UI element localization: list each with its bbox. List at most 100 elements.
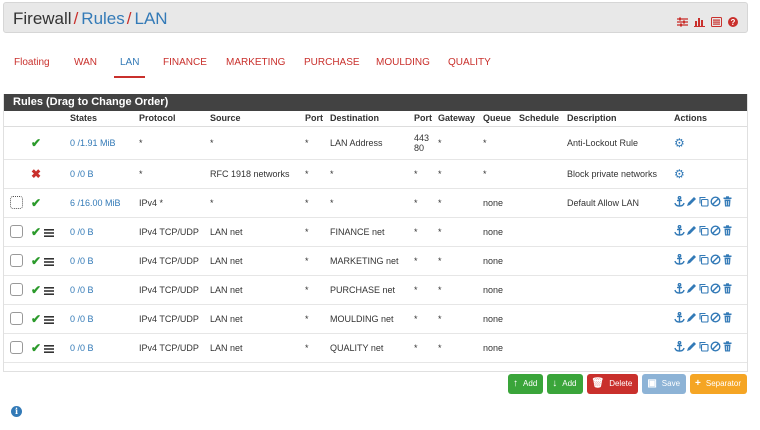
rule-checkbox[interactable]: [10, 225, 23, 238]
separator-button[interactable]: + Separator: [690, 374, 747, 394]
trash-icon[interactable]: [722, 341, 733, 352]
col-description: Description: [567, 111, 674, 127]
actions-cell: [674, 188, 747, 218]
breadcrumb-current[interactable]: LAN: [135, 9, 168, 28]
anchor-icon[interactable]: [674, 253, 685, 265]
check-icon[interactable]: ✔: [31, 225, 41, 239]
help-icon[interactable]: ?: [728, 14, 739, 27]
copy-icon[interactable]: [698, 312, 709, 323]
rule-checkbox[interactable]: [10, 283, 23, 296]
tab-floating[interactable]: Floating: [14, 57, 50, 69]
tab-marketing[interactable]: MARKETING: [226, 57, 285, 69]
copy-icon[interactable]: [698, 225, 709, 236]
states-cell[interactable]: 0 /0 B: [70, 304, 139, 334]
anchor-icon[interactable]: [674, 224, 685, 236]
edit-icon[interactable]: [686, 254, 697, 265]
trash-icon[interactable]: [722, 254, 733, 265]
breadcrumb-firewall: Firewall: [13, 9, 72, 28]
anchor-icon[interactable]: [674, 195, 685, 207]
states-cell[interactable]: 0 /1.91 MiB: [70, 126, 139, 160]
edit-icon[interactable]: [686, 312, 697, 323]
add-bottom-button[interactable]: ↓ Add: [547, 374, 583, 394]
protocol-cell: IPv4 TCP/UDP: [139, 217, 210, 247]
protocol-cell: IPv4 TCP/UDP: [139, 333, 210, 363]
trash-icon[interactable]: [722, 312, 733, 323]
rule-row[interactable]: ✔ 0 /0 B IPv4 TCP/UDP LAN net * QUALITY net * *…: [4, 333, 747, 363]
check-icon[interactable]: ✔: [31, 196, 41, 210]
schedule-cell: [519, 304, 567, 334]
trash-icon[interactable]: [722, 283, 733, 294]
block-icon[interactable]: ✖: [31, 167, 41, 181]
edit-icon[interactable]: [686, 225, 697, 236]
status-cell: ✔: [31, 275, 70, 305]
check-icon[interactable]: ✔: [31, 136, 41, 150]
description-cell: Anti-Lockout Rule: [567, 126, 674, 160]
source-cell: RFC 1918 networks: [210, 159, 305, 189]
rule-row[interactable]: ✔ 0 /0 B IPv4 TCP/UDP LAN net * MARKETING net…: [4, 246, 747, 276]
states-cell[interactable]: 0 /0 B: [70, 217, 139, 247]
disable-icon[interactable]: [710, 196, 721, 207]
edit-icon[interactable]: [686, 196, 697, 207]
rule-checkbox[interactable]: [10, 312, 23, 325]
destination-port-cell: *: [414, 304, 438, 334]
copy-icon[interactable]: [698, 254, 709, 265]
tab-moulding[interactable]: MOULDING: [376, 57, 430, 69]
copy-icon[interactable]: [698, 341, 709, 352]
check-icon[interactable]: ✔: [31, 254, 41, 268]
tab-wan[interactable]: WAN: [74, 57, 97, 69]
gear-icon[interactable]: ⚙: [674, 167, 685, 181]
sliders-icon[interactable]: [677, 14, 688, 27]
trash-icon[interactable]: [722, 225, 733, 236]
states-cell[interactable]: 0 /0 B: [70, 275, 139, 305]
rule-row[interactable]: ✔ 0 /0 B IPv4 TCP/UDP LAN net * FINANCE net * *…: [4, 217, 747, 247]
destination-cell: PURCHASE net: [330, 275, 414, 305]
source-cell: LAN net: [210, 333, 305, 363]
copy-icon[interactable]: [698, 196, 709, 207]
states-cell[interactable]: 0 /0 B: [70, 246, 139, 276]
edit-icon[interactable]: [686, 341, 697, 352]
select-cell: [4, 217, 31, 247]
rule-row[interactable]: ✔ 0 /0 B IPv4 TCP/UDP LAN net * MOULDING net *…: [4, 304, 747, 334]
check-icon[interactable]: ✔: [31, 283, 41, 297]
save-button[interactable]: ▣ Save: [642, 374, 687, 394]
trash-icon[interactable]: [722, 196, 733, 207]
list-icon[interactable]: [711, 14, 722, 27]
check-icon[interactable]: ✔: [31, 341, 41, 355]
tab-finance[interactable]: FINANCE: [163, 57, 207, 69]
tab-quality[interactable]: QUALITY: [448, 57, 491, 69]
breadcrumb-rules-link[interactable]: Rules: [81, 9, 124, 28]
tab-purchase[interactable]: PURCHASE: [304, 57, 360, 69]
states-cell[interactable]: 6 /16.00 MiB: [70, 188, 139, 218]
tab-lan[interactable]: LAN: [113, 57, 147, 78]
disable-icon[interactable]: [710, 341, 721, 352]
check-icon[interactable]: ✔: [31, 312, 41, 326]
destination-port-cell: *: [414, 188, 438, 218]
rule-checkbox[interactable]: [10, 196, 23, 209]
delete-label: Delete: [609, 379, 633, 388]
rules-panel: Rules (Drag to Change Order) States Prot…: [3, 94, 748, 372]
rule-checkbox[interactable]: [10, 254, 23, 267]
rule-row[interactable]: ✔ 0 /0 B IPv4 TCP/UDP LAN net * PURCHASE net *…: [4, 275, 747, 305]
col-gateway: Gateway: [438, 111, 483, 127]
edit-icon[interactable]: [686, 283, 697, 294]
disable-icon[interactable]: [710, 312, 721, 323]
anchor-icon[interactable]: [674, 282, 685, 294]
disable-icon[interactable]: [710, 254, 721, 265]
rule-checkbox[interactable]: [10, 341, 23, 354]
rule-row[interactable]: ✔ 0 /1.91 MiB * * * LAN Address 443 80 * * Anti-L…: [4, 126, 747, 160]
rule-row[interactable]: ✔ 6 /16.00 MiB IPv4 * * * * * * none Default Allo…: [4, 188, 747, 218]
states-cell[interactable]: 0 /0 B: [70, 159, 139, 189]
gear-icon[interactable]: ⚙: [674, 136, 685, 150]
schedule-cell: [519, 217, 567, 247]
disable-icon[interactable]: [710, 283, 721, 294]
bar-chart-icon[interactable]: [694, 14, 705, 27]
copy-icon[interactable]: [698, 283, 709, 294]
anchor-icon[interactable]: [674, 340, 685, 352]
add-top-button[interactable]: ↑ Add: [508, 374, 544, 394]
anchor-icon[interactable]: [674, 311, 685, 323]
states-cell[interactable]: 0 /0 B: [70, 333, 139, 363]
disable-icon[interactable]: [710, 225, 721, 236]
info-icon[interactable]: i: [11, 406, 22, 417]
rule-row[interactable]: ✖ 0 /0 B * RFC 1918 networks * * * * * Block priv…: [4, 159, 747, 189]
delete-button[interactable]: 🗑︎ Delete: [586, 374, 639, 394]
